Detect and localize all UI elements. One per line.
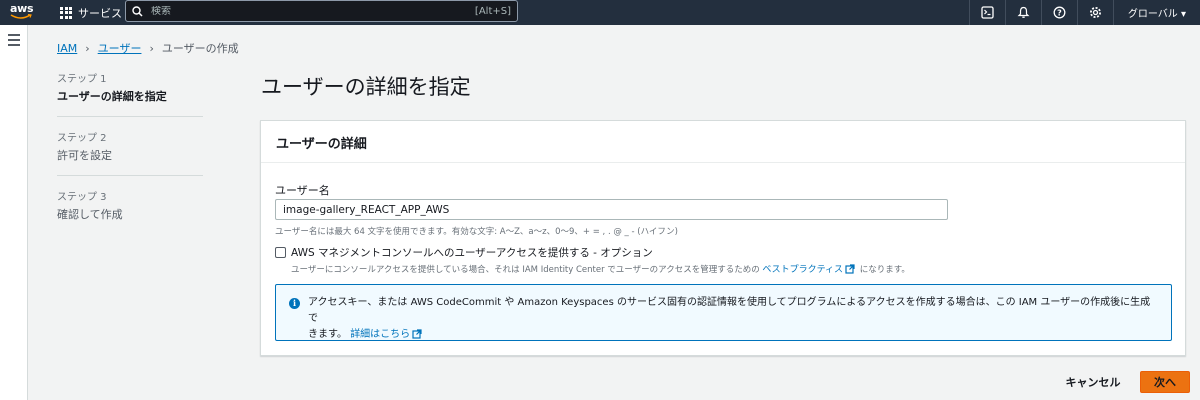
nav-icon-group: ? グローバル ▾ bbox=[968, 0, 1200, 25]
console-access-label[interactable]: AWS マネジメントコンソールへのユーザーアクセスを提供する - オプション bbox=[291, 245, 653, 260]
help-icon: ? bbox=[1053, 6, 1066, 19]
region-selector[interactable]: グローバル ▾ bbox=[1112, 0, 1200, 25]
panel-header: ユーザーの詳細 bbox=[261, 121, 1185, 163]
search-icon bbox=[132, 5, 143, 17]
step-title: 許可を設定 bbox=[57, 149, 112, 162]
step-number: ステップ 3 bbox=[57, 192, 107, 203]
external-link-icon bbox=[845, 264, 855, 274]
breadcrumb-iam-link[interactable]: IAM bbox=[57, 42, 77, 55]
cloudshell-icon bbox=[981, 6, 994, 19]
username-label: ユーザー名 bbox=[275, 184, 330, 197]
settings-button[interactable] bbox=[1076, 0, 1113, 25]
services-label: サービス bbox=[78, 6, 122, 20]
search-box[interactable]: [Alt+S] bbox=[125, 0, 518, 22]
info-icon: i bbox=[289, 298, 300, 309]
best-practices-link-text: ベストプラクティス bbox=[762, 265, 844, 275]
search-shortcut-hint: [Alt+S] bbox=[474, 5, 511, 17]
step-title: 確認して作成 bbox=[57, 208, 123, 221]
info-text-line-2: きます。 bbox=[308, 329, 347, 340]
notifications-button[interactable] bbox=[1004, 0, 1041, 25]
step-number: ステップ 2 bbox=[57, 133, 107, 144]
console-access-desc-post: になります。 bbox=[859, 265, 910, 275]
external-link-icon bbox=[412, 329, 422, 339]
cloudshell-button[interactable] bbox=[968, 0, 1005, 25]
services-menu-button[interactable]: サービス bbox=[46, 0, 132, 25]
step-number: ステップ 1 bbox=[57, 74, 107, 85]
step-3: ステップ 3 確認して作成 bbox=[57, 188, 203, 234]
best-practices-link[interactable]: ベストプラクティス bbox=[762, 264, 857, 275]
console-access-description: ユーザーにコンソールアクセスを提供している場合、それは IAM Identity… bbox=[291, 262, 910, 275]
breadcrumb-users-link[interactable]: ユーザー bbox=[98, 40, 142, 56]
breadcrumb: IAM › ユーザー › ユーザーの作成 bbox=[57, 40, 239, 56]
page-title: ユーザーの詳細を指定 bbox=[261, 75, 471, 99]
user-details-panel: ユーザーの詳細 ユーザー名 ユーザー名には最大 64 文字を使用できます。有効な… bbox=[260, 120, 1186, 356]
aws-logo[interactable]: aws bbox=[0, 0, 46, 25]
chevron-right-icon: › bbox=[149, 41, 154, 55]
menu-icon[interactable] bbox=[8, 34, 20, 49]
svg-text:?: ? bbox=[1057, 8, 1062, 17]
learn-more-link[interactable]: 詳細はこちら bbox=[350, 329, 424, 340]
grid-icon bbox=[60, 6, 72, 19]
aws-smile-icon bbox=[10, 14, 32, 19]
step-2: ステップ 2 許可を設定 bbox=[57, 129, 203, 176]
breadcrumb-current: ユーザーの作成 bbox=[161, 42, 239, 55]
side-rail bbox=[0, 25, 28, 400]
bell-icon bbox=[1017, 6, 1030, 18]
info-alert: i アクセスキー、または AWS CodeCommit や Amazon Key… bbox=[275, 284, 1172, 341]
username-input[interactable] bbox=[275, 199, 948, 220]
top-navigation: aws サービス [Alt+S] bbox=[0, 0, 1200, 25]
step-1: ステップ 1 ユーザーの詳細を指定 bbox=[57, 70, 203, 117]
username-constraint-text: ユーザー名には最大 64 文字を使用できます。有効な文字: A～Z、a～z、0～… bbox=[275, 227, 678, 237]
info-text-line-1: アクセスキー、または AWS CodeCommit や Amazon Keysp… bbox=[308, 297, 1151, 324]
region-label: グローバル ▾ bbox=[1127, 9, 1186, 20]
cancel-button[interactable]: キャンセル bbox=[1055, 371, 1131, 393]
gear-icon bbox=[1089, 7, 1101, 18]
console-access-desc-pre: ユーザーにコンソールアクセスを提供している場合、それは IAM Identity… bbox=[291, 265, 760, 275]
wizard-steps: ステップ 1 ユーザーの詳細を指定 ステップ 2 許可を設定 ステップ 3 確認… bbox=[57, 70, 203, 246]
search-input[interactable] bbox=[151, 5, 475, 17]
learn-more-link-text: 詳細はこちら bbox=[350, 329, 411, 340]
help-button[interactable]: ? bbox=[1040, 0, 1077, 25]
step-title: ユーザーの詳細を指定 bbox=[57, 90, 167, 103]
console-access-checkbox[interactable] bbox=[275, 247, 286, 258]
next-button[interactable]: 次へ bbox=[1140, 371, 1190, 393]
chevron-right-icon: › bbox=[85, 41, 90, 55]
